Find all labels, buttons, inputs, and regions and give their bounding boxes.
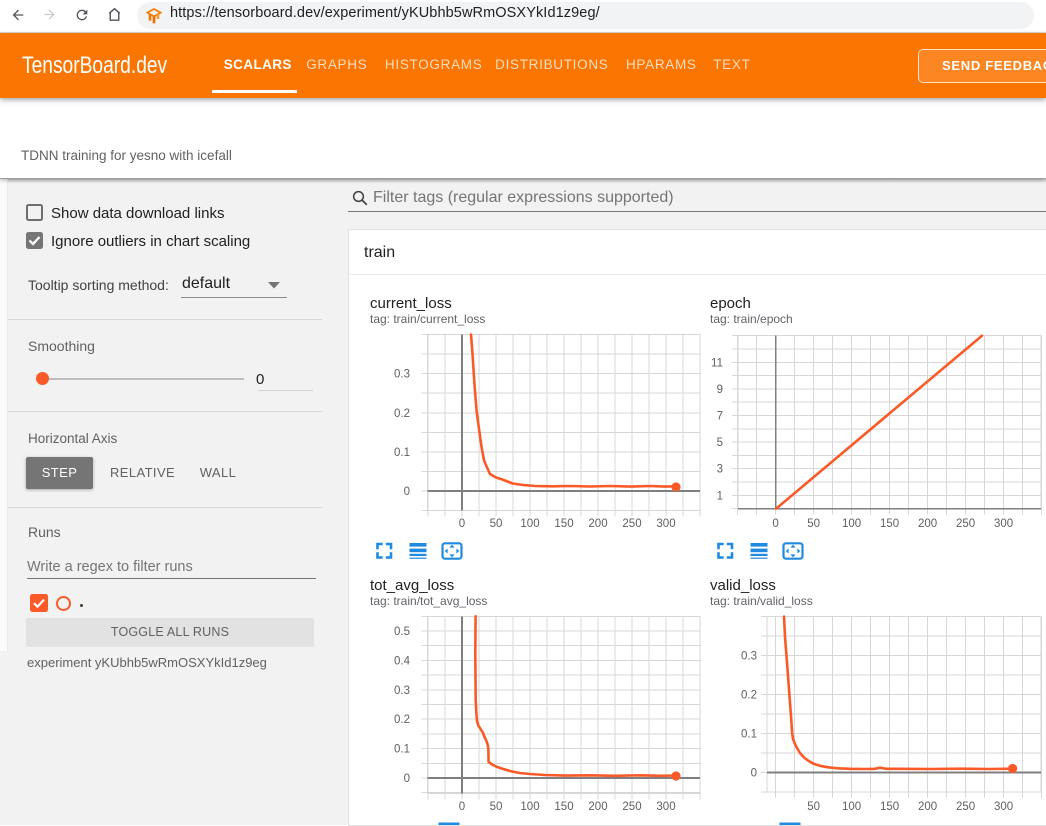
svg-text:50: 50: [490, 518, 503, 530]
svg-text:50: 50: [490, 801, 503, 813]
svg-text:9: 9: [717, 384, 723, 396]
svg-text:0.2: 0.2: [741, 690, 757, 702]
svg-text:100: 100: [520, 518, 539, 530]
svg-text:0: 0: [404, 773, 410, 785]
svg-text:250: 250: [622, 518, 641, 530]
svg-text:200: 200: [918, 518, 937, 530]
svg-text:0.3: 0.3: [394, 369, 410, 381]
svg-text:11: 11: [711, 357, 723, 369]
svg-text:50: 50: [807, 518, 820, 530]
svg-text:0: 0: [404, 486, 410, 498]
svg-text:0.2: 0.2: [394, 408, 410, 420]
svg-text:0: 0: [772, 518, 778, 530]
svg-text:7: 7: [717, 411, 723, 423]
svg-text:0.4: 0.4: [394, 655, 411, 667]
svg-text:0: 0: [751, 768, 757, 780]
svg-text:0.1: 0.1: [394, 447, 410, 459]
svg-text:100: 100: [520, 801, 539, 813]
svg-text:250: 250: [956, 518, 975, 530]
svg-text:0.1: 0.1: [741, 729, 757, 741]
svg-text:200: 200: [918, 801, 937, 813]
svg-text:200: 200: [588, 518, 607, 530]
svg-text:0.2: 0.2: [394, 714, 410, 726]
svg-text:3: 3: [717, 464, 723, 476]
svg-text:150: 150: [554, 518, 573, 530]
svg-text:1: 1: [717, 490, 723, 502]
svg-text:0.1: 0.1: [394, 744, 410, 756]
svg-text:5: 5: [717, 437, 723, 449]
svg-text:0: 0: [459, 518, 465, 530]
svg-text:250: 250: [622, 801, 641, 813]
svg-text:250: 250: [956, 801, 975, 813]
svg-text:300: 300: [656, 801, 675, 813]
svg-text:100: 100: [842, 518, 861, 530]
svg-text:0: 0: [459, 801, 465, 813]
svg-text:0.5: 0.5: [394, 626, 410, 638]
svg-text:150: 150: [554, 801, 573, 813]
svg-text:0.3: 0.3: [394, 685, 410, 697]
svg-text:300: 300: [994, 518, 1013, 530]
svg-text:150: 150: [880, 801, 899, 813]
svg-text:200: 200: [588, 801, 607, 813]
svg-text:100: 100: [842, 801, 861, 813]
svg-text:300: 300: [656, 518, 675, 530]
svg-text:300: 300: [994, 801, 1013, 813]
svg-text:50: 50: [807, 801, 820, 813]
svg-text:0.3: 0.3: [741, 651, 757, 663]
svg-text:150: 150: [880, 518, 899, 530]
